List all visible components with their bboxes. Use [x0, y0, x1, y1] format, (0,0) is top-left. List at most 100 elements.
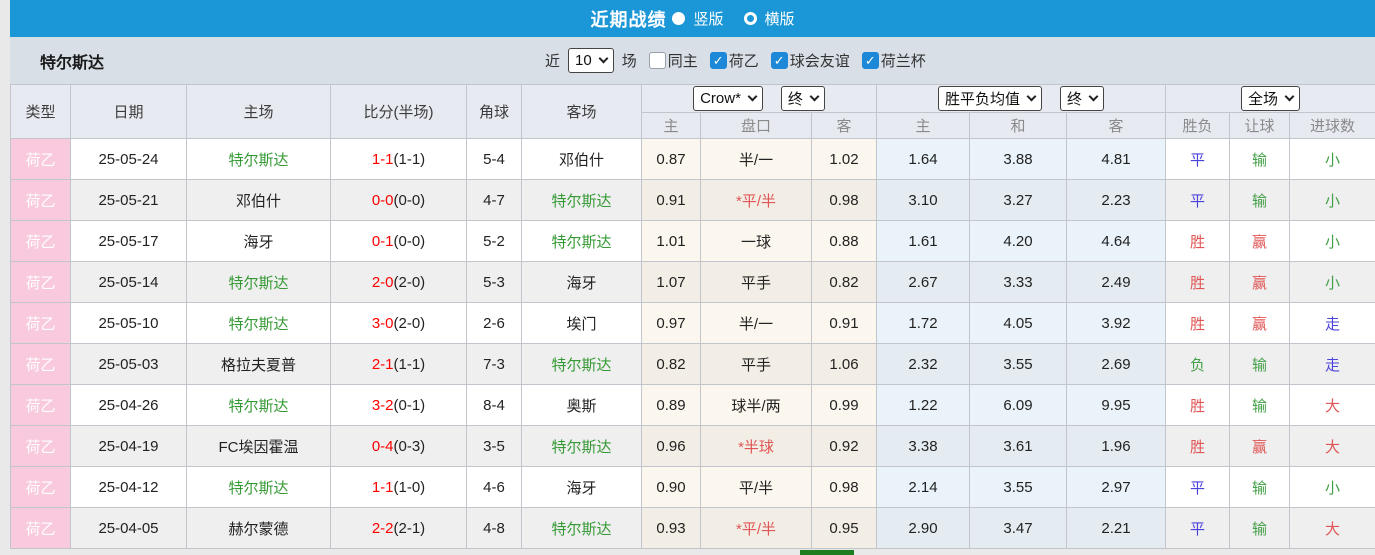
checkbox-icon[interactable] — [649, 52, 666, 69]
col-header-type: 类型 — [11, 85, 71, 139]
table-row: 荷乙 25-05-14 特尔斯达 2-0(2-0) 5-3 海牙 1.07 平手… — [11, 262, 1375, 303]
outcome-value: 平 — [1166, 467, 1230, 508]
halftime-score: (2-1) — [394, 520, 426, 537]
filter-same-home[interactable]: 同主 — [641, 50, 698, 71]
corners: 4-8 — [467, 508, 522, 549]
handicap-result-value: 输 — [1230, 180, 1290, 221]
score-cell: 2-0(2-0) — [331, 262, 467, 303]
match-type: 荷乙 — [11, 344, 71, 385]
odds-away-value: 0.82 — [812, 262, 877, 303]
handicap-result-value: 赢 — [1230, 303, 1290, 344]
avg-home-value: 3.38 — [877, 426, 970, 467]
avg-time-select[interactable]: 终 — [1060, 86, 1104, 111]
match-count-select[interactable]: 10 — [568, 48, 614, 73]
layout-radio-horizontal[interactable]: 横版 — [730, 8, 795, 29]
filter-league[interactable]: ✓ 荷乙 — [702, 50, 759, 71]
score-cell: 3-2(0-1) — [331, 385, 467, 426]
avg-away-value: 2.49 — [1067, 262, 1166, 303]
away-team: 特尔斯达 — [522, 180, 642, 221]
col-header-corners: 角球 — [467, 85, 522, 139]
away-team: 埃门 — [522, 303, 642, 344]
chevron-down-icon — [1285, 92, 1295, 102]
score-cell: 2-2(2-1) — [331, 508, 467, 549]
fulltime-score: 3-0 — [372, 315, 394, 332]
checkbox-icon[interactable]: ✓ — [771, 52, 788, 69]
home-team: 赫尔蒙德 — [187, 508, 331, 549]
away-team: 特尔斯达 — [522, 221, 642, 262]
handicap-value: 平手 — [701, 262, 812, 303]
halftime-score: (2-0) — [394, 274, 426, 291]
chevron-down-icon — [1027, 92, 1037, 102]
header-bar: 近期战绩 竖版 横版 — [10, 0, 1375, 37]
avg-home-value: 3.10 — [877, 180, 970, 221]
table-row: 荷乙 25-04-19 FC埃因霍温 0-4(0-3) 3-5 特尔斯达 0.9… — [11, 426, 1375, 467]
handicap-result-value: 赢 — [1230, 262, 1290, 303]
odds-away-value: 1.06 — [812, 344, 877, 385]
goals-value: 大 — [1290, 426, 1375, 467]
avg-home-value: 2.67 — [877, 262, 970, 303]
outcome-value: 胜 — [1166, 385, 1230, 426]
subheader-avg-draw: 和 — [970, 113, 1067, 139]
layout-radio-vertical[interactable]: 竖版 — [672, 8, 723, 29]
filters-group: 近 10 场 同主 ✓ 荷乙 ✓ 球会友谊 ✓ 荷兰杯 — [545, 37, 926, 84]
checkbox-icon[interactable]: ✓ — [862, 52, 879, 69]
avg-away-value: 2.23 — [1067, 180, 1166, 221]
avg-draw-value: 3.88 — [970, 139, 1067, 180]
home-team: 特尔斯达 — [187, 467, 331, 508]
subheader-handicap: 盘口 — [701, 113, 812, 139]
checkbox-icon[interactable]: ✓ — [710, 52, 727, 69]
odds-home-value: 0.87 — [642, 139, 701, 180]
match-date: 25-05-17 — [71, 221, 187, 262]
col-header-score: 比分(半场) — [331, 85, 467, 139]
away-team: 海牙 — [522, 467, 642, 508]
halftime-score: (0-1) — [394, 397, 426, 414]
home-team: 特尔斯达 — [187, 262, 331, 303]
avg-away-value: 4.81 — [1067, 139, 1166, 180]
bottom-strip — [10, 549, 1375, 555]
fulltime-score: 0-4 — [372, 438, 394, 455]
filter-dutch-cup[interactable]: ✓ 荷兰杯 — [854, 50, 926, 71]
table-row: 荷乙 25-05-24 特尔斯达 1-1(1-1) 5-4 邓伯什 0.87 半… — [11, 139, 1375, 180]
handicap-value: 半/一 — [701, 303, 812, 344]
fulltime-score: 3-2 — [372, 397, 394, 414]
scope-select[interactable]: 全场 — [1241, 86, 1300, 111]
odds-home-value: 0.89 — [642, 385, 701, 426]
near-label: 近 — [545, 50, 560, 71]
avg-type-select[interactable]: 胜平负均值 — [938, 86, 1042, 111]
odds-home-value: 0.82 — [642, 344, 701, 385]
home-team: 邓伯什 — [187, 180, 331, 221]
odds-group-header: Crow* 终 — [642, 85, 877, 113]
check-icon: ✓ — [713, 53, 724, 69]
goals-value: 小 — [1290, 180, 1375, 221]
goals-value: 走 — [1290, 344, 1375, 385]
page-title: 近期战绩 — [590, 6, 666, 32]
handicap-value: *平/半 — [701, 508, 812, 549]
table-row: 荷乙 25-04-26 特尔斯达 3-2(0-1) 8-4 奥斯 0.89 球半… — [11, 385, 1375, 426]
handicap-result-value: 输 — [1230, 139, 1290, 180]
away-team: 邓伯什 — [522, 139, 642, 180]
fulltime-score: 2-2 — [372, 520, 394, 537]
odds-company-select[interactable]: Crow* — [693, 86, 763, 111]
results-table: 类型 日期 主场 比分(半场) 角球 客场 Crow* 终 — [10, 84, 1375, 549]
away-team: 特尔斯达 — [522, 344, 642, 385]
fulltime-score: 2-1 — [372, 356, 394, 373]
table-row: 荷乙 25-05-17 海牙 0-1(0-0) 5-2 特尔斯达 1.01 一球… — [11, 221, 1375, 262]
outcome-value: 胜 — [1166, 303, 1230, 344]
match-type: 荷乙 — [11, 262, 71, 303]
odds-time-select[interactable]: 终 — [781, 86, 825, 111]
halftime-score: (0-0) — [394, 233, 426, 250]
chevron-down-icon — [598, 54, 608, 64]
avg-group-header: 胜平负均值 终 — [877, 85, 1166, 113]
goals-value: 大 — [1290, 508, 1375, 549]
match-type: 荷乙 — [11, 508, 71, 549]
avg-home-value: 1.61 — [877, 221, 970, 262]
filter-club-friendly[interactable]: ✓ 球会友谊 — [763, 50, 850, 71]
goals-value: 小 — [1290, 467, 1375, 508]
avg-draw-value: 4.05 — [970, 303, 1067, 344]
corners: 5-4 — [467, 139, 522, 180]
results-body: 荷乙 25-05-24 特尔斯达 1-1(1-1) 5-4 邓伯什 0.87 半… — [11, 139, 1375, 549]
odds-away-value: 0.98 — [812, 180, 877, 221]
table-row: 荷乙 25-05-10 特尔斯达 3-0(2-0) 2-6 埃门 0.97 半/… — [11, 303, 1375, 344]
match-date: 25-04-12 — [71, 467, 187, 508]
match-date: 25-04-26 — [71, 385, 187, 426]
